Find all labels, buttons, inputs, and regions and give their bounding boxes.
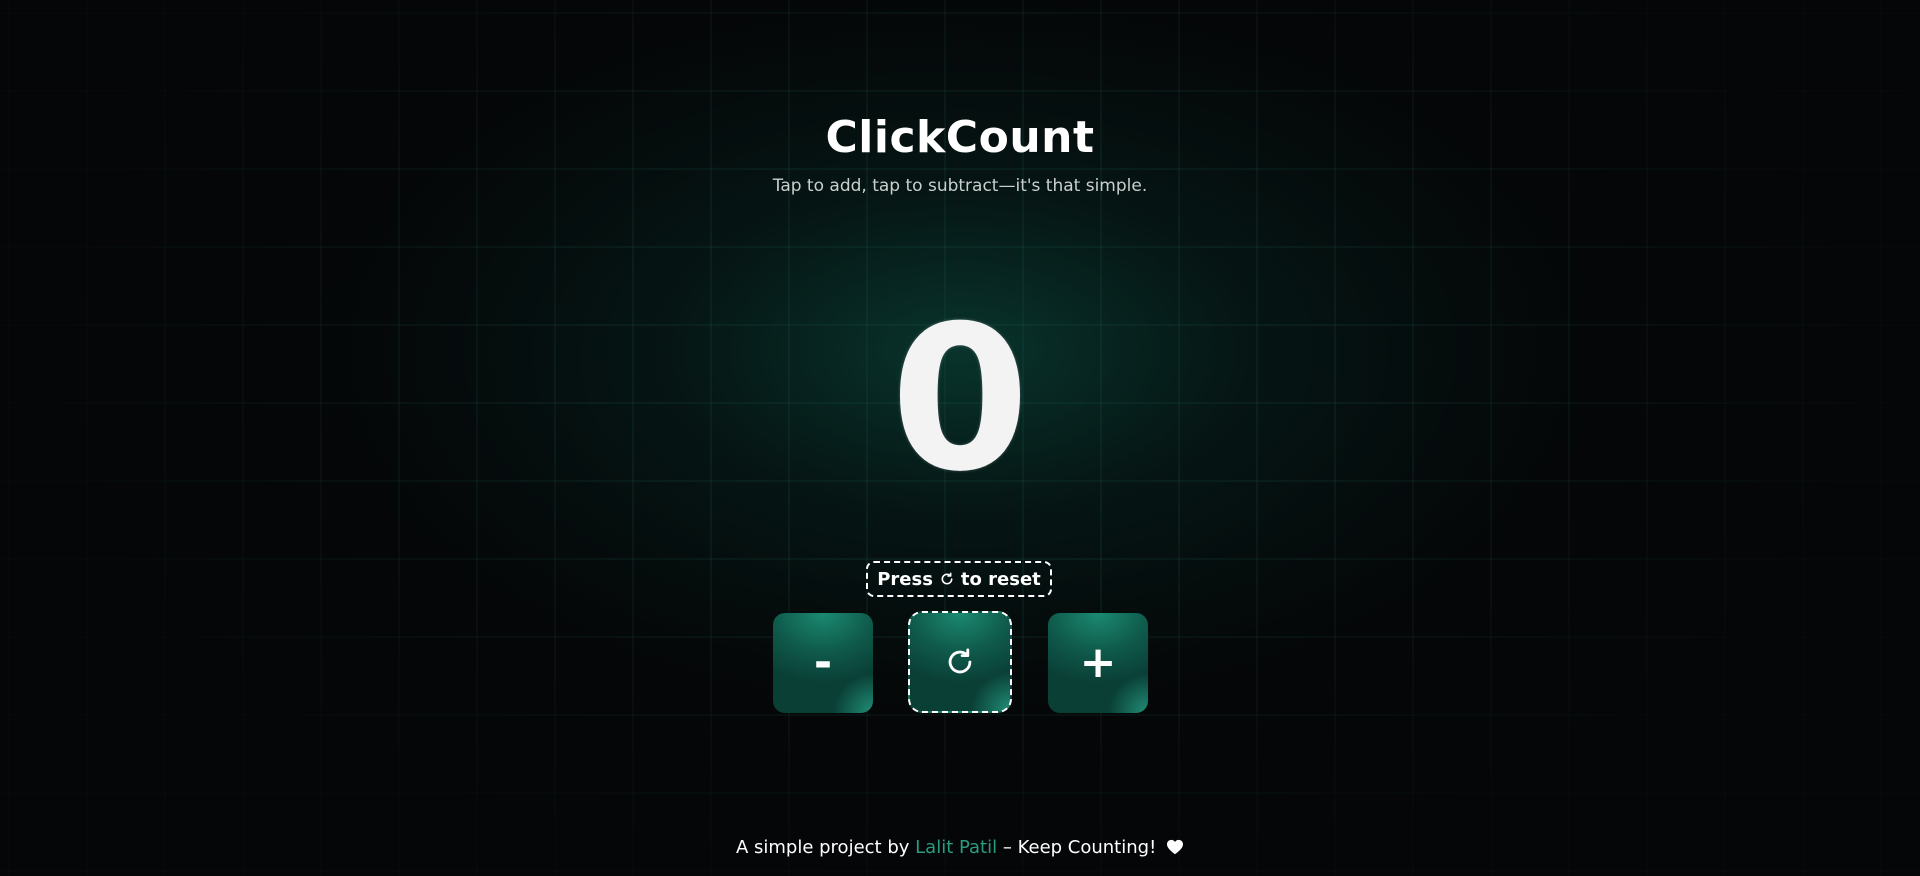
author-link[interactable]: Lalit Patil (915, 837, 997, 858)
footer: A simple project by Lalit Patil – Keep C… (0, 836, 1920, 860)
increment-button-label: + (1079, 637, 1117, 688)
reset-hint-suffix: to reset (960, 568, 1041, 590)
reset-icon (943, 645, 977, 679)
reset-hint-prefix: Press (877, 568, 933, 590)
reset-icon (939, 571, 955, 587)
footer-suffix: – Keep Counting! (1002, 837, 1157, 858)
page-title: ClickCount (825, 112, 1095, 163)
decrement-button-label: - (813, 637, 833, 688)
decrement-button[interactable]: - (773, 613, 873, 713)
reset-button[interactable] (908, 611, 1012, 713)
counter-display: 0 (890, 283, 1030, 516)
increment-button[interactable]: + (1048, 613, 1148, 713)
page-subtitle: Tap to add, tap to subtract—it's that si… (772, 176, 1148, 196)
heart-icon (1166, 838, 1184, 855)
footer-prefix: A simple project by (735, 837, 910, 858)
reset-hint: Press to reset (866, 561, 1052, 597)
